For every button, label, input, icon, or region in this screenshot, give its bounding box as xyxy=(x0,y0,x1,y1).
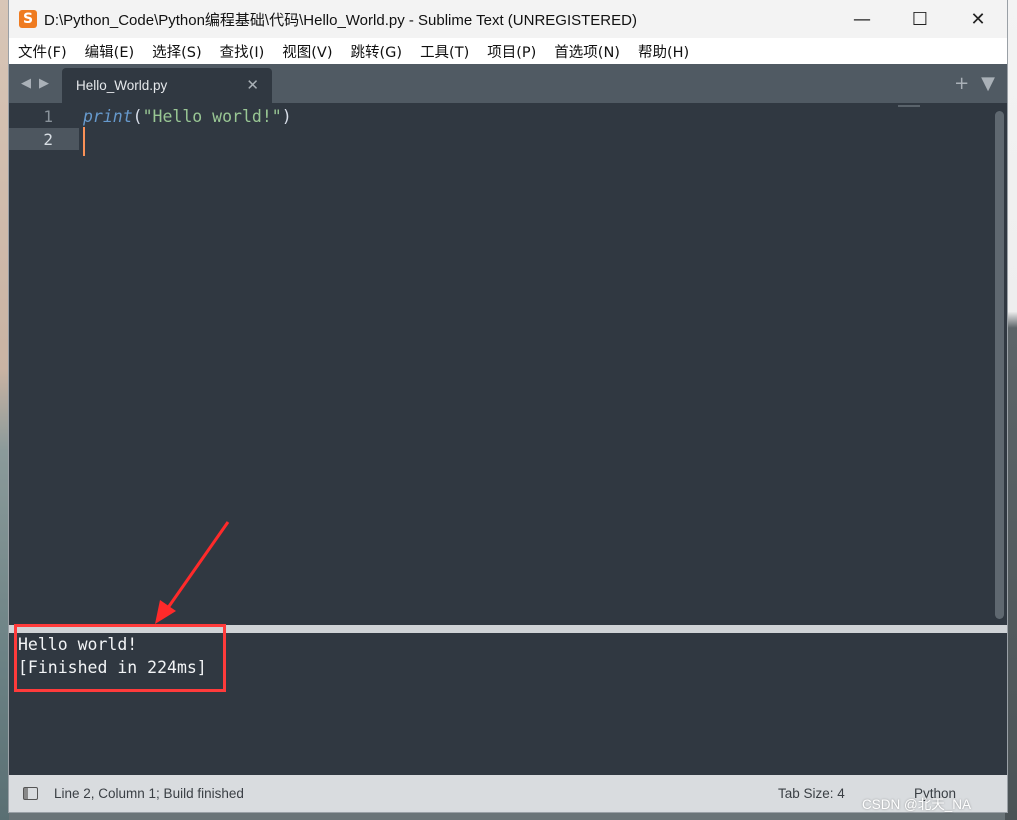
code-string: "Hello world!" xyxy=(142,107,282,126)
title-bar: S D:\Python_Code\Python编程基础\代码\Hello_Wor… xyxy=(9,0,1007,38)
text-caret xyxy=(83,127,85,156)
tab-tools: + ▼ xyxy=(954,73,995,94)
menu-tools[interactable]: 工具(T) xyxy=(411,41,478,62)
tab-hello-world[interactable]: Hello_World.py ✕ xyxy=(62,68,272,103)
menu-goto[interactable]: 跳转(G) xyxy=(342,41,412,62)
code-editor[interactable]: 1 2 print("Hello world!") xyxy=(9,103,1007,625)
tab-bar: ◀ ▶ Hello_World.py ✕ + ▼ xyxy=(9,64,1007,103)
tab-navigation: ◀ ▶ xyxy=(21,76,49,91)
build-output-panel[interactable]: Hello world! [Finished in 224ms] xyxy=(12,624,1007,775)
editor-scrollbar[interactable] xyxy=(995,111,1004,619)
menu-bar: 文件(F) 编辑(E) 选择(S) 查找(I) 视图(V) 跳转(G) 工具(T… xyxy=(9,38,1007,64)
status-tab-size[interactable]: Tab Size: 4 xyxy=(778,786,845,801)
menu-find[interactable]: 查找(I) xyxy=(211,41,274,62)
annotation-highlight-box xyxy=(14,624,226,692)
csdn-watermark: CSDN @北天_NA xyxy=(862,797,971,812)
code-paren-open: ( xyxy=(132,107,143,126)
new-tab-icon[interactable]: + xyxy=(954,73,969,94)
sublime-window: S D:\Python_Code\Python编程基础\代码\Hello_Wor… xyxy=(9,0,1007,812)
code-line[interactable]: print("Hello world!") xyxy=(83,106,292,128)
menu-view[interactable]: 视图(V) xyxy=(273,41,341,62)
window-title: D:\Python_Code\Python编程基础\代码\Hello_World… xyxy=(44,11,637,29)
status-position: Line 2, Column 1; Build finished xyxy=(54,786,244,801)
menu-edit[interactable]: 编辑(E) xyxy=(76,41,143,62)
sublime-app-icon: S xyxy=(19,10,37,28)
menu-file[interactable]: 文件(F) xyxy=(9,41,76,62)
menu-selection[interactable]: 选择(S) xyxy=(143,41,211,62)
minimap-viewport[interactable] xyxy=(898,105,920,107)
tab-label: Hello_World.py xyxy=(76,78,168,93)
line-number-active: 2 xyxy=(9,128,79,150)
close-window-button[interactable]: ✕ xyxy=(949,0,1007,38)
window-controls: — ☐ ✕ xyxy=(833,0,1007,38)
tab-close-icon[interactable]: ✕ xyxy=(246,76,259,94)
desktop-background-left xyxy=(0,0,9,820)
code-paren-close: ) xyxy=(281,107,292,126)
menu-help[interactable]: 帮助(H) xyxy=(629,41,698,62)
tab-menu-icon[interactable]: ▼ xyxy=(981,73,995,94)
status-bar: Line 2, Column 1; Build finished Tab Siz… xyxy=(9,775,1007,812)
nav-forward-icon[interactable]: ▶ xyxy=(39,76,49,91)
code-keyword: print xyxy=(83,107,133,126)
menu-project[interactable]: 项目(P) xyxy=(478,41,545,62)
minimize-button[interactable]: — xyxy=(833,0,891,38)
nav-back-icon[interactable]: ◀ xyxy=(21,76,31,91)
line-number: 1 xyxy=(43,107,53,126)
menu-preferences[interactable]: 首选项(N) xyxy=(545,41,629,62)
panel-toggle-icon[interactable] xyxy=(23,787,38,800)
maximize-button[interactable]: ☐ xyxy=(891,0,949,38)
